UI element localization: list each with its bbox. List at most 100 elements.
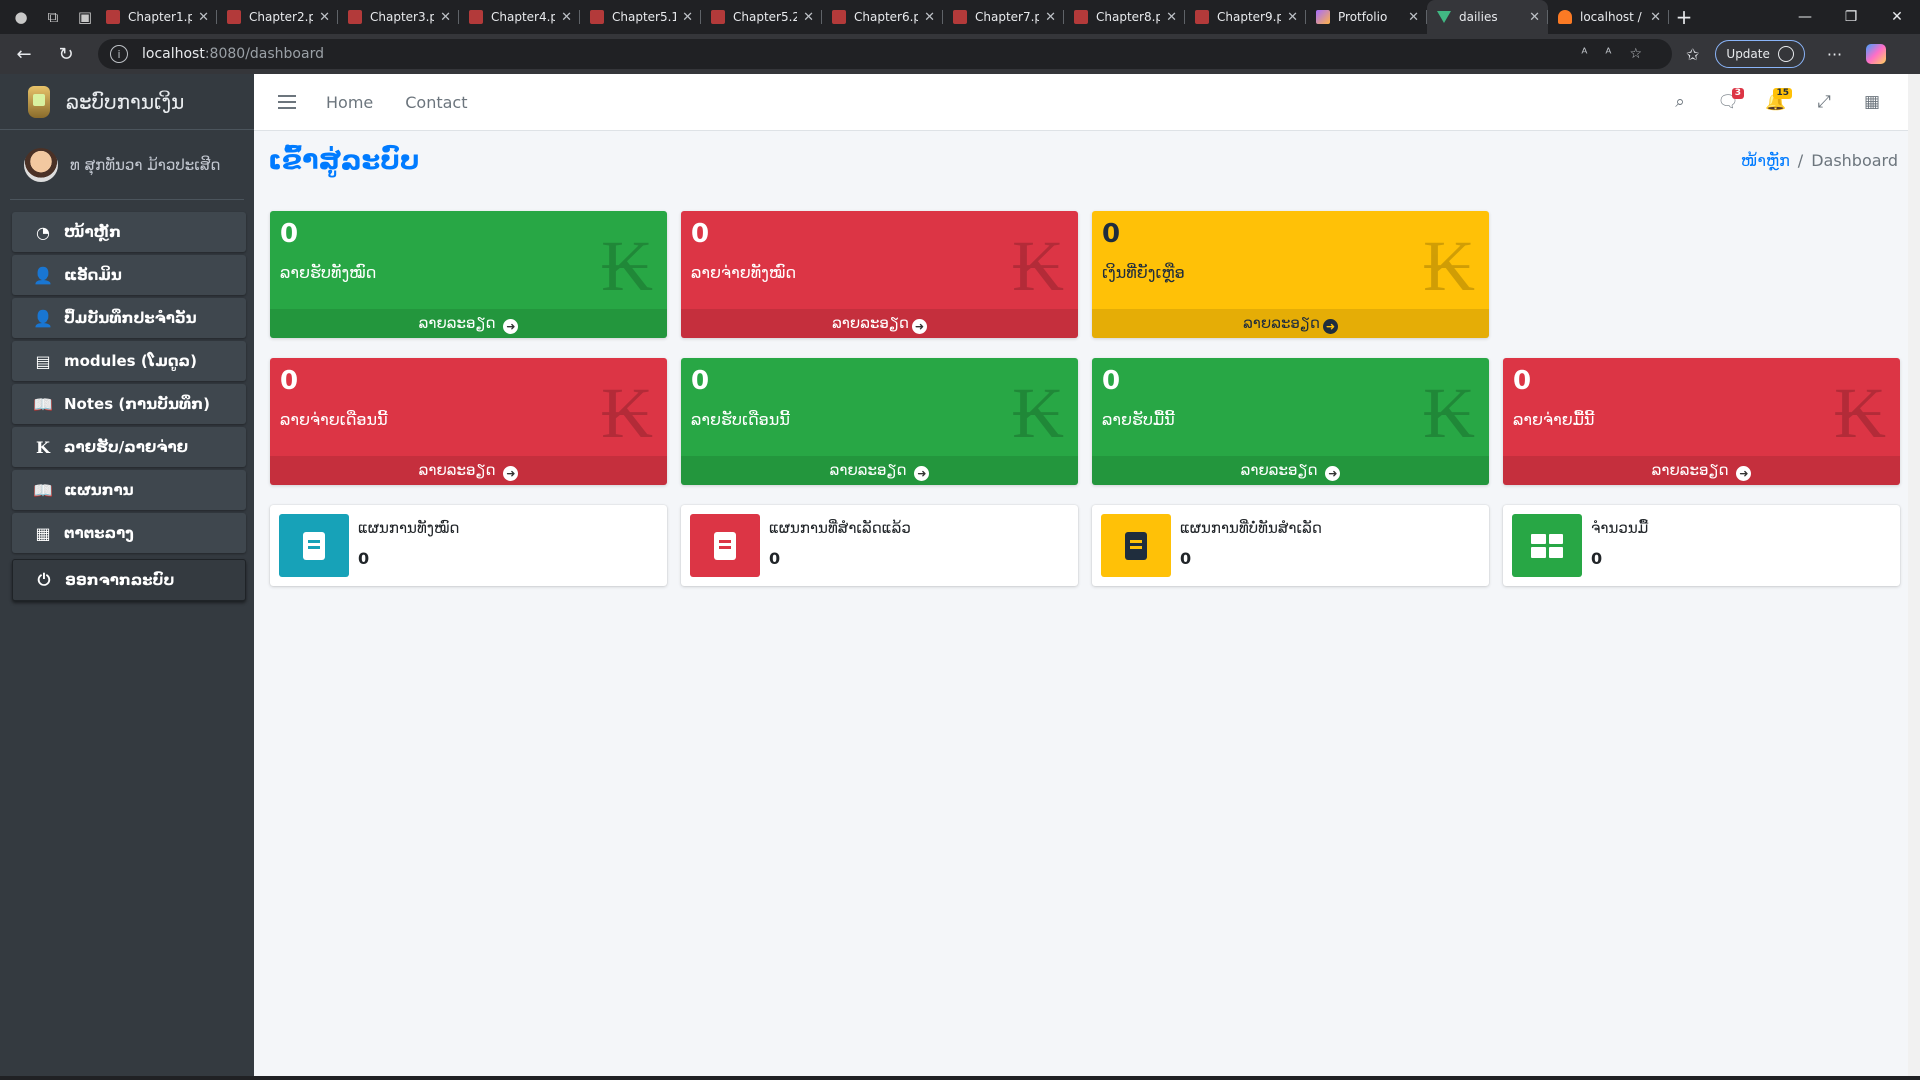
sidebar-item-logout[interactable]: ⏻ ອອກຈາກລະບົບ <box>12 559 246 601</box>
url-field[interactable]: i localhost:8080/dashboard ᴬᴬ☆ <box>98 39 1672 69</box>
browser-tab[interactable]: Protfolio ✕ <box>1306 0 1427 34</box>
workspaces-icon[interactable]: ⧉ <box>42 6 64 28</box>
site-info-icon[interactable]: i <box>110 45 128 63</box>
stat-box-total-income: 0 ລາຍຮັບທັງໝົດ ₭ ລາຍລະອຽດ ➜ <box>270 211 667 338</box>
tab-close-icon[interactable]: ✕ <box>1529 10 1540 25</box>
dashboard-icon: ◔ <box>36 222 50 242</box>
copilot-icon[interactable] <box>1866 44 1887 64</box>
profile-icon[interactable]: ● <box>10 6 32 28</box>
sidebar-item-notes[interactable]: 📖 Notes (ການບັນທຶກ) <box>12 384 246 424</box>
sidebar-item-income-expense[interactable]: K ລາຍຮັບ/ລາຍຈ່າຍ <box>12 427 246 467</box>
info-box-completed-plans: ແຜນການທີ່ສຳເລັດແລ້ວ 0 <box>681 505 1078 586</box>
content-wrapper: ເຂົ້າສູ່ລະບົບ ໜ້າຫຼັກ / Dashboard 0 ລາຍຮັບ… <box>254 131 1908 1076</box>
stat-more-info-link[interactable]: ລາຍລະອຽດ ➜ <box>1092 456 1489 485</box>
browser-tab[interactable]: Chapter2.p ✕ <box>217 0 338 34</box>
tab-close-icon[interactable]: ✕ <box>198 10 209 25</box>
sidebar-item-label: ແອັດມິນ <box>64 266 122 284</box>
nav-home-link[interactable]: Home <box>326 93 373 112</box>
notifications-badge: 15 <box>1773 88 1792 99</box>
stat-more-info-link[interactable]: ລາຍລະອຽດ ➜ <box>1503 456 1900 485</box>
tab-title: Protfolio <box>1338 10 1388 24</box>
tab-favicon-icon <box>227 10 241 24</box>
breadcrumb: ໜ້າຫຼັກ / Dashboard <box>1741 151 1898 170</box>
stat-label: ລາຍຮັບເດືອນນີ້ <box>691 410 790 429</box>
notifications-icon[interactable]: 🔔 15 <box>1752 82 1800 122</box>
update-label: Update <box>1726 47 1770 61</box>
browser-tab[interactable]: Chapter3.p ✕ <box>338 0 459 34</box>
tab-favicon-icon <box>590 10 604 24</box>
stat-box-month-income: 0 ລາຍຮັບເດືອນນີ້ ₭ ລາຍລະອຽດ ➜ <box>681 358 1078 485</box>
favorites-icon[interactable]: ✩ <box>1686 45 1699 64</box>
omnibox-actions[interactable]: ᴬᴬ☆ <box>1581 46 1660 62</box>
tab-close-icon[interactable]: ✕ <box>1045 10 1056 25</box>
brand-link[interactable]: ລະບົບການເງິນ <box>0 74 254 130</box>
tab-favicon-icon <box>1316 10 1330 24</box>
open-book-icon: 📖 <box>33 480 53 500</box>
browser-tab[interactable]: Chapter8.p ✕ <box>1064 0 1185 34</box>
sidebar-item-modules[interactable]: ▤ modules (ໂມດູລ) <box>12 341 246 381</box>
tab-favicon-icon <box>1195 10 1209 24</box>
browser-tab[interactable]: Chapter4.p ✕ <box>459 0 580 34</box>
search-icon[interactable]: ⌕ <box>1656 82 1704 122</box>
browser-tab[interactable]: Chapter5.2 ✕ <box>701 0 822 34</box>
tab-title: Chapter5.1 <box>612 10 677 24</box>
kip-icon: ₭ <box>1423 370 1475 454</box>
browser-tab[interactable]: Chapter9.p ✕ <box>1185 0 1306 34</box>
restore-button[interactable]: ❐ <box>1828 9 1874 25</box>
update-button[interactable]: Update <box>1715 40 1805 68</box>
back-button[interactable]: ← <box>6 36 42 72</box>
page-scrollbar[interactable] <box>1908 74 1920 1076</box>
sidebar-item-table[interactable]: ▦ ຕາຕະລາງ <box>12 513 246 553</box>
new-tab-button[interactable]: + <box>1669 5 1699 29</box>
stat-box-today-income: 0 ລາຍຮັບມື້ນີ້ ₭ ລາຍລະອຽດ ➜ <box>1092 358 1489 485</box>
stat-more-info-link[interactable]: ລາຍລະອຽດ ➜ <box>270 456 667 485</box>
info-box-value: 0 <box>769 549 781 568</box>
control-sidebar-icon[interactable]: ▦ <box>1848 82 1896 122</box>
sidebar-item-dashboard[interactable]: ◔ ໜ້າຫຼັກ <box>12 212 246 252</box>
tab-close-icon[interactable]: ✕ <box>924 10 935 25</box>
close-window-button[interactable]: ✕ <box>1874 9 1920 25</box>
book-icon <box>279 514 349 577</box>
nav-contact-link[interactable]: Contact <box>405 93 467 112</box>
user-panel[interactable]: ທ ສຸກທັນວາ ມ້າວປະເສີດ <box>10 130 244 200</box>
stat-more-info-link[interactable]: ລາຍລະອຽດ ➜ <box>1092 309 1489 338</box>
stat-value: 0 <box>1102 366 1121 396</box>
tab-close-icon[interactable]: ✕ <box>440 10 451 25</box>
tab-close-icon[interactable]: ✕ <box>1287 10 1298 25</box>
browser-tab[interactable]: localhost / ✕ <box>1548 0 1669 34</box>
more-menu-icon[interactable]: ··· <box>1827 45 1842 64</box>
tab-close-icon[interactable]: ✕ <box>1166 10 1177 25</box>
browser-tab[interactable]: dailies ✕ <box>1427 0 1548 34</box>
info-box-day-count: ຈຳນວນມື້ 0 <box>1503 505 1900 586</box>
tab-actions-icon[interactable]: ▣ <box>74 6 96 28</box>
browser-tab[interactable]: Chapter6.p ✕ <box>822 0 943 34</box>
stat-more-info-link[interactable]: ລາຍລະອຽດ ➜ <box>681 456 1078 485</box>
tab-close-icon[interactable]: ✕ <box>1408 10 1419 25</box>
tab-favicon-icon <box>1074 10 1088 24</box>
url-path: :8080/dashboard <box>204 46 324 62</box>
tab-title: Chapter6.p <box>854 10 919 24</box>
stat-more-info-link[interactable]: ລາຍລະອຽດ ➜ <box>270 309 667 338</box>
info-box-label: ຈຳນວນມື້ <box>1591 519 1649 537</box>
browser-tab[interactable]: Chapter5.1 ✕ <box>580 0 701 34</box>
breadcrumb-home-link[interactable]: ໜ້າຫຼັກ <box>1741 151 1790 170</box>
sidebar-item-diary[interactable]: 👤 ປຶ້ມບັນທຶກປະຈໍາວັນ <box>12 298 246 338</box>
tab-close-icon[interactable]: ✕ <box>319 10 330 25</box>
sidebar-item-plans[interactable]: 📖 ແຜນການ <box>12 470 246 510</box>
tab-close-icon[interactable]: ✕ <box>803 10 814 25</box>
tab-close-icon[interactable]: ✕ <box>1650 10 1661 25</box>
browser-tab[interactable]: Chapter1.p ✕ <box>96 0 217 34</box>
browser-tab[interactable]: Chapter7.p ✕ <box>943 0 1064 34</box>
sidebar-item-admin[interactable]: 👤 ແອັດມິນ <box>12 255 246 295</box>
more-info-label: ລາຍລະອຽດ <box>418 314 496 332</box>
hamburger-menu-icon[interactable] <box>278 95 296 109</box>
browser-tabstrip: ● ⧉ ▣ Chapter1.p ✕ Chapter2.p ✕ Chapter3.p ✕ C… <box>0 0 1920 34</box>
reload-button[interactable]: ↻ <box>48 36 84 72</box>
tab-close-icon[interactable]: ✕ <box>682 10 693 25</box>
messages-icon[interactable]: 🗨 3 <box>1704 82 1752 122</box>
tab-close-icon[interactable]: ✕ <box>561 10 572 25</box>
stat-more-info-link[interactable]: ລາຍລະອຽດ ➜ <box>681 309 1078 338</box>
sidebar-item-label: ອອກຈາກລະບົບ <box>65 571 175 589</box>
minimize-button[interactable]: — <box>1782 9 1828 25</box>
fullscreen-icon[interactable]: ⤢ <box>1800 82 1848 122</box>
